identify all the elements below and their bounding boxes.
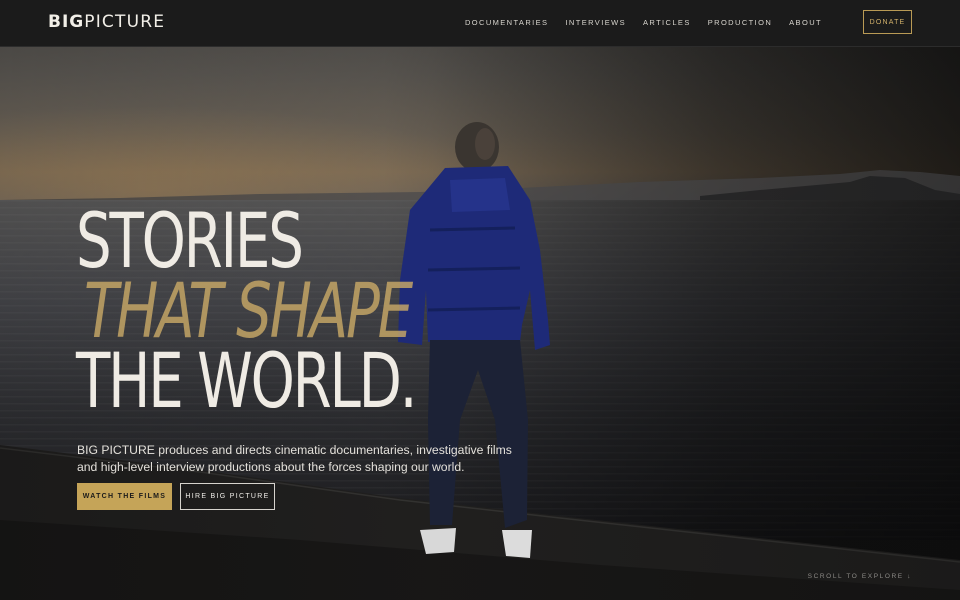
main-menu: DOCUMENTARIES INTERVIEWS ARTICLES PRODUC… xyxy=(465,18,822,27)
nav-item-documentaries[interactable]: DOCUMENTARIES xyxy=(465,18,548,27)
headline-line-3: THE WORLD. xyxy=(76,336,418,425)
hire-button[interactable]: HIRE BIG PICTURE xyxy=(180,483,275,510)
hero-description: BIG PICTURE produces and directs cinemat… xyxy=(77,442,512,476)
hero-description-line-2: and high-level interview productions abo… xyxy=(77,460,465,475)
hero-headline: STORIES THAT SHAPE THE WORLD. xyxy=(76,203,535,425)
top-navigation: BIG PICTURE DOCUMENTARIES INTERVIEWS ART… xyxy=(0,0,960,47)
logo-light-text: PICTURE xyxy=(84,12,166,32)
nav-item-articles[interactable]: ARTICLES xyxy=(643,18,691,27)
hero-description-line-1: BIG PICTURE produces and directs cinemat… xyxy=(77,443,512,458)
nav-item-about[interactable]: ABOUT xyxy=(789,18,822,27)
donate-button[interactable]: DONATE xyxy=(863,10,912,34)
scroll-to-explore-link[interactable]: SCROLL TO EXPLORE ↓ xyxy=(808,573,912,580)
nav-item-production[interactable]: PRODUCTION xyxy=(708,18,772,27)
watch-films-button[interactable]: WATCH THE FILMS xyxy=(77,483,172,510)
logo-bold-text: BIG xyxy=(48,12,85,32)
nav-item-interviews[interactable]: INTERVIEWS xyxy=(565,18,626,27)
site-logo[interactable]: BIG PICTURE xyxy=(48,12,165,34)
